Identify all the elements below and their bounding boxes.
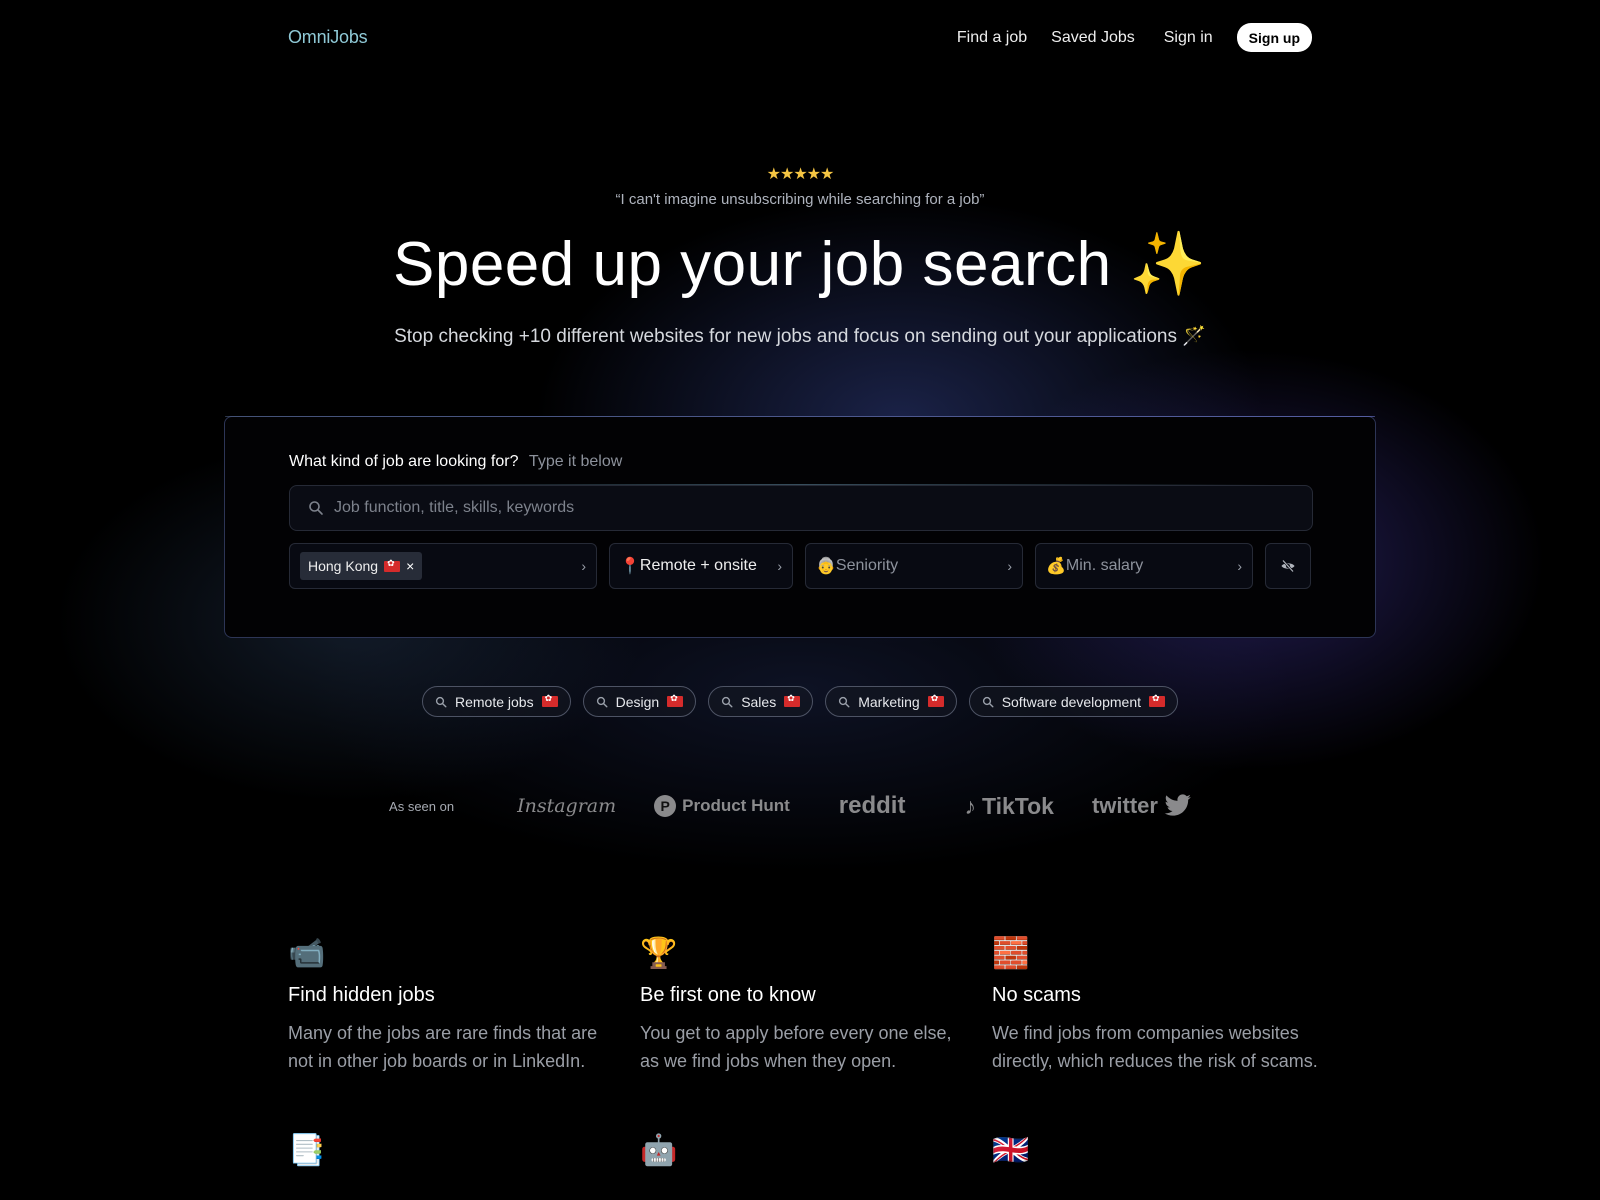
hong-kong-flag-icon	[1149, 693, 1165, 707]
feature-title: No scams	[992, 984, 1081, 1006]
chevron-right-icon: ›	[581, 558, 586, 574]
brick-icon: 🧱	[992, 937, 1030, 970]
search-hint: Type it below	[528, 453, 623, 470]
filter-row: Hong Kong × › 📍 Remote + onsite › 👵 Seni…	[289, 543, 1311, 589]
twitter-logo: twitter	[1092, 793, 1192, 819]
feature-card: 🏆 Be first one to know You get to apply …	[640, 934, 992, 1075]
twitter-bird-icon	[1164, 794, 1191, 816]
document-check-icon: 📑	[288, 1134, 326, 1167]
feature-card: 🧱 No scams We find jobs from companies w…	[992, 934, 1318, 1075]
chevron-right-icon: ›	[1007, 558, 1012, 574]
search-icon	[596, 696, 608, 708]
tiktok-logo: ♪ TikTok	[964, 793, 1054, 820]
as-seen-on: As seen on Instagram P Product Hunt redd…	[0, 792, 1600, 820]
feature-card: 📑	[288, 1131, 640, 1171]
search-box	[289, 484, 1313, 531]
quick-search-chip[interactable]: Remote jobs	[422, 686, 571, 717]
features-grid: 📹 Find hidden jobs Many of the jobs are …	[288, 934, 1318, 1171]
location-filter[interactable]: Hong Kong × ›	[289, 543, 597, 589]
sign-up-button[interactable]: Sign up	[1236, 23, 1312, 52]
work-type-value: Remote + onsite	[639, 557, 757, 574]
headline-text: Speed up your job search	[392, 230, 1112, 299]
min-salary-placeholder: Min. salary	[1065, 557, 1144, 574]
hong-kong-flag-icon	[927, 693, 944, 707]
instagram-logo: Instagram	[517, 795, 617, 817]
quick-search-chips: Remote jobs Design Sales Marketing Softw…	[0, 686, 1600, 717]
older-woman-icon: 👵	[816, 558, 836, 575]
sparkles-icon: ✨	[1129, 230, 1208, 299]
nav-links: Find a job Saved Jobs Sign in Sign up	[957, 23, 1312, 52]
feature-text: You get to apply before every one else, …	[640, 1023, 952, 1071]
as-seen-on-label: As seen on	[389, 798, 455, 814]
page-title: Speed up your job search ✨	[0, 228, 1600, 301]
product-hunt-wordmark: Product Hunt	[682, 796, 790, 815]
chip-label: Remote jobs	[455, 693, 534, 710]
feature-text: We find jobs from companies websites dir…	[992, 1023, 1318, 1071]
chevron-right-icon: ›	[777, 558, 782, 574]
location-tag-label: Hong Kong	[308, 558, 379, 574]
logo[interactable]: OmniJobs	[288, 27, 368, 48]
feature-title: Be first one to know	[640, 984, 816, 1006]
chip-label: Sales	[741, 693, 777, 710]
search-prompt: What kind of job are looking for? Type i…	[289, 453, 622, 471]
chip-label: Marketing	[858, 693, 920, 710]
hong-kong-flag-icon	[784, 693, 801, 707]
quick-search-chip[interactable]: Software development	[968, 686, 1178, 717]
chevron-right-icon: ›	[1237, 558, 1242, 574]
quick-search-chip[interactable]: Marketing	[825, 686, 957, 717]
chip-label: Software development	[1001, 693, 1141, 710]
seniority-placeholder: Seniority	[835, 557, 899, 574]
nav-find-a-job[interactable]: Find a job	[957, 29, 1027, 47]
search-icon	[435, 696, 447, 708]
search-icon	[309, 501, 323, 515]
testimonial-quote: “I can't imagine unsubscribing while sea…	[615, 191, 985, 208]
job-search-input[interactable]	[334, 499, 1294, 517]
tiktok-wordmark: TikTok	[981, 792, 1054, 819]
subheadline: Stop checking +10 different websites for…	[394, 326, 1206, 347]
nav-saved-jobs[interactable]: Saved Jobs	[1051, 29, 1135, 47]
rating-stars: ★★★★★	[766, 166, 835, 183]
feature-text: Many of the jobs are rare finds that are…	[288, 1023, 598, 1071]
nav-sign-in[interactable]: Sign in	[1164, 29, 1213, 47]
eye-off-icon	[1281, 559, 1295, 573]
pin-icon: 📍	[620, 558, 640, 575]
search-icon	[982, 696, 994, 708]
search-icon	[839, 696, 850, 708]
money-bag-icon: 💰	[1046, 558, 1066, 575]
feature-card: 🤖	[640, 1131, 992, 1171]
hong-kong-flag-icon	[384, 558, 401, 572]
robot-icon: 🤖	[640, 1134, 678, 1167]
min-salary-filter[interactable]: 💰 Min. salary ›	[1035, 543, 1253, 589]
search-card: What kind of job are looking for? Type i…	[224, 416, 1376, 638]
seniority-filter[interactable]: 👵 Seniority ›	[805, 543, 1023, 589]
product-hunt-logo: P Product Hunt	[654, 795, 790, 817]
uk-flag-icon: 🇬🇧	[992, 1134, 1030, 1167]
top-nav: OmniJobs Find a job Saved Jobs Sign in S…	[0, 0, 1600, 76]
feature-card: 📹 Find hidden jobs Many of the jobs are …	[288, 934, 640, 1075]
remove-location-icon[interactable]: ×	[406, 558, 414, 574]
tiktok-note-icon: ♪	[964, 792, 976, 819]
feature-title: Find hidden jobs	[288, 984, 435, 1006]
security-camera-icon: 📹	[288, 937, 326, 970]
feature-card: 🇬🇧	[992, 1131, 1312, 1171]
reddit-logo: reddit	[838, 792, 906, 819]
search-question: What kind of job are looking for?	[289, 453, 519, 470]
location-tag: Hong Kong ×	[300, 552, 423, 580]
work-type-filter[interactable]: 📍 Remote + onsite ›	[609, 543, 793, 589]
product-hunt-icon: P	[654, 795, 677, 817]
hide-seen-jobs-button[interactable]	[1265, 543, 1311, 589]
search-icon	[722, 696, 733, 708]
quick-search-chip[interactable]: Sales	[708, 686, 814, 717]
trophy-icon: 🏆	[640, 937, 678, 970]
quick-search-chip[interactable]: Design	[582, 686, 697, 717]
chip-label: Design	[615, 693, 660, 710]
hong-kong-flag-icon	[667, 693, 684, 707]
hong-kong-flag-icon	[541, 693, 558, 707]
twitter-wordmark: twitter	[1091, 793, 1158, 818]
